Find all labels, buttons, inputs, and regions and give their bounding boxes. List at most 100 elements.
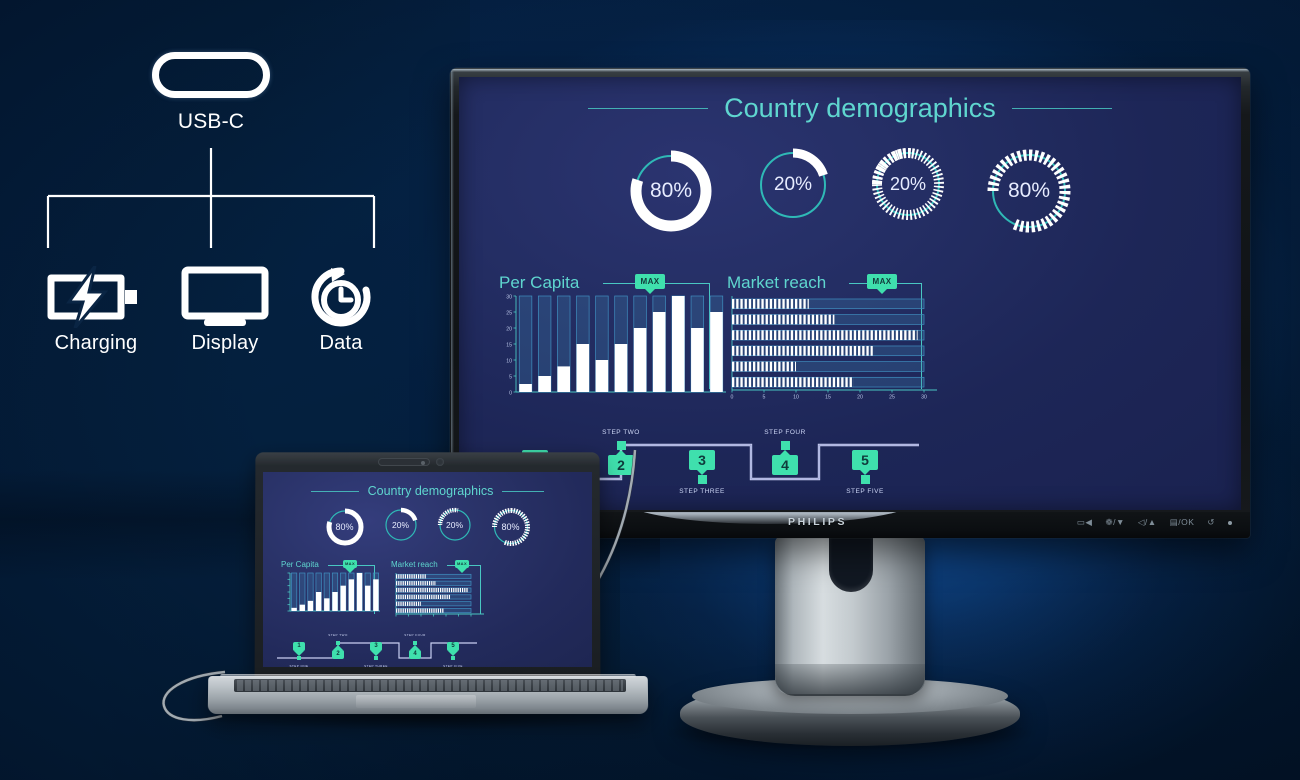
svg-text:20: 20 — [506, 326, 512, 332]
lt-mr-line-l — [447, 565, 455, 566]
svg-text:5: 5 — [763, 395, 766, 401]
smartimage-button[interactable]: ❁/▼ — [1105, 517, 1124, 528]
step-node-4[interactable] — [780, 440, 790, 450]
market-reach-max-badge: MAX — [867, 274, 897, 289]
lt-donut-gauge-4: 80% — [490, 506, 532, 548]
lt-donut-2-value: 20% — [391, 520, 409, 530]
monitor-display-icon — [181, 266, 269, 326]
capability-display-label: Display — [191, 332, 259, 354]
step-node-5[interactable] — [451, 656, 455, 660]
monitor-screen: Country demographics 80% 20% 20% 80% Per… — [459, 77, 1241, 510]
per-capita-plot: 0 5 10 15 20 25 30 — [506, 294, 726, 396]
donut-gauge-row: 80% 20% 20% 80% — [459, 145, 1241, 237]
donut-gauge-3-value: 20% — [889, 173, 927, 194]
laptop-camera-shutter[interactable] — [378, 458, 430, 466]
camera-shutter-slider[interactable] — [421, 461, 425, 465]
step-badge-4[interactable]: 4 — [409, 650, 421, 659]
menu-button[interactable]: ▤/OK — [1170, 517, 1195, 528]
laptop-webcam-icon — [436, 458, 444, 466]
lt-dashboard-title: Country demographics — [367, 484, 494, 498]
lt-donut-gauge-3: 20% — [436, 506, 474, 544]
lt-step-flow-diagram: 1 STEP ONE 2 STEP TWO 3 STEP THREE 4 STEP FOUR 5… — [277, 630, 477, 667]
market-reach-badge-line-right — [897, 283, 922, 284]
capability-data: Data — [281, 266, 401, 355]
svg-text:15: 15 — [506, 342, 512, 348]
step-label-5: STEP FIVE — [443, 664, 463, 667]
lt-market-reach-plot — [395, 573, 484, 617]
data-clock-arrow-icon — [311, 267, 371, 327]
lt-title-rule-left — [310, 490, 359, 492]
donut-gauge-1: 80% — [625, 145, 717, 237]
power-button[interactable] — [1228, 520, 1232, 525]
lt-donut-gauge-1: 80% — [324, 506, 366, 548]
donut-gauge-2-value: 20% — [773, 174, 813, 195]
svg-text:0: 0 — [509, 390, 512, 396]
donut-gauge-4-value: 80% — [1007, 179, 1051, 202]
back-button[interactable]: ↺ — [1207, 517, 1215, 528]
step-badge-4[interactable]: 4 — [772, 454, 798, 475]
monitor-stand-foot — [775, 664, 925, 696]
step-node-1[interactable] — [297, 656, 301, 660]
lt-pc-line-r — [357, 565, 375, 566]
step-badge-3[interactable]: 3 — [689, 449, 715, 470]
capability-charging: Charging — [36, 266, 156, 355]
step-label-3: STEP THREE — [679, 487, 725, 495]
dashboard-monitor: Country demographics 80% 20% 20% 80% Per… — [459, 77, 1241, 510]
philips-brand-logo: PHILIPS — [788, 516, 848, 528]
donut-gauge-4: 80% — [983, 145, 1075, 237]
step-label-4: STEP FOUR — [404, 633, 426, 637]
lt-per-capita-plot — [287, 572, 380, 612]
step-node-2[interactable] — [616, 440, 626, 450]
step-badge-5[interactable]: 5 — [447, 642, 459, 651]
market-reach-badge-line-left — [849, 283, 867, 284]
lt-donut-4-value: 80% — [501, 522, 520, 532]
dashboard-laptop: Country demographics 80% 20% 20% 80% Per… — [263, 472, 592, 667]
laptop-screen: Country demographics 80% 20% 20% 80% Per… — [263, 472, 592, 667]
market-reach-chart: Market reach MAX 0 5 10 15 20 25 30 — [727, 273, 942, 401]
monitor-osd-controls[interactable]: ▭◀ ❁/▼ ◁/▲ ▤/OK ↺ — [1077, 517, 1232, 528]
step-badge-3[interactable]: 3 — [370, 642, 382, 651]
lt-donut-3-value: 20% — [445, 520, 463, 530]
svg-text:25: 25 — [889, 395, 895, 401]
monitor-chin-sheen — [620, 512, 920, 524]
per-capita-badge-line-left — [603, 283, 635, 284]
dashboard-title: Country demographics — [724, 93, 996, 123]
donut-gauge-3: 20% — [869, 145, 947, 223]
laptop: Country demographics 80% 20% 20% 80% Per… — [170, 452, 660, 742]
step-node-3[interactable] — [374, 656, 378, 660]
lt-donut-gauge-row: 80% 20% 20% 80% — [263, 506, 592, 548]
per-capita-chart: Per Capita MAX 0 5 10 15 20 25 30 — [499, 273, 729, 398]
per-capita-max-badge: MAX — [635, 274, 665, 289]
volume-button[interactable]: ◁/▲ — [1138, 517, 1157, 528]
step-label-2: STEP TWO — [602, 429, 640, 436]
step-badge-5[interactable]: 5 — [852, 449, 878, 470]
lt-title-rule-right — [502, 490, 545, 492]
step-node-3[interactable] — [697, 474, 707, 484]
svg-text:0: 0 — [731, 395, 734, 401]
step-label-4: STEP FOUR — [764, 429, 806, 436]
svg-text:10: 10 — [506, 358, 512, 364]
lt-donut-1-value: 80% — [335, 522, 354, 532]
input-source-button[interactable]: ▭◀ — [1077, 517, 1093, 528]
svg-text:30: 30 — [506, 294, 512, 300]
laptop-touchpad[interactable] — [356, 695, 476, 708]
laptop-keyboard[interactable] — [234, 679, 626, 692]
step-badge-1[interactable]: 1 — [293, 642, 305, 651]
step-badge-2[interactable]: 2 — [332, 650, 344, 659]
capability-charging-label: Charging — [54, 332, 138, 354]
svg-text:20: 20 — [857, 395, 863, 401]
capability-data-label: Data — [319, 332, 363, 354]
step-node-5[interactable] — [860, 474, 870, 484]
monitor-cable-hole — [829, 534, 873, 592]
lt-per-capita-chart: Per Capita MAX — [281, 560, 383, 618]
lt-per-capita-max-badge: MAX — [343, 560, 357, 568]
svg-text:5: 5 — [509, 374, 512, 380]
scene: USB-C Charging Display Data Country demo… — [0, 0, 1300, 780]
svg-text:15: 15 — [825, 395, 831, 401]
svg-text:25: 25 — [506, 310, 512, 316]
per-capita-badge-line-right — [665, 283, 710, 284]
lt-market-reach-chart: Market reach MAX — [391, 560, 489, 618]
svg-text:30: 30 — [921, 395, 927, 401]
keyboard-keys — [237, 680, 623, 691]
lt-donut-gauge-2: 20% — [382, 506, 420, 544]
